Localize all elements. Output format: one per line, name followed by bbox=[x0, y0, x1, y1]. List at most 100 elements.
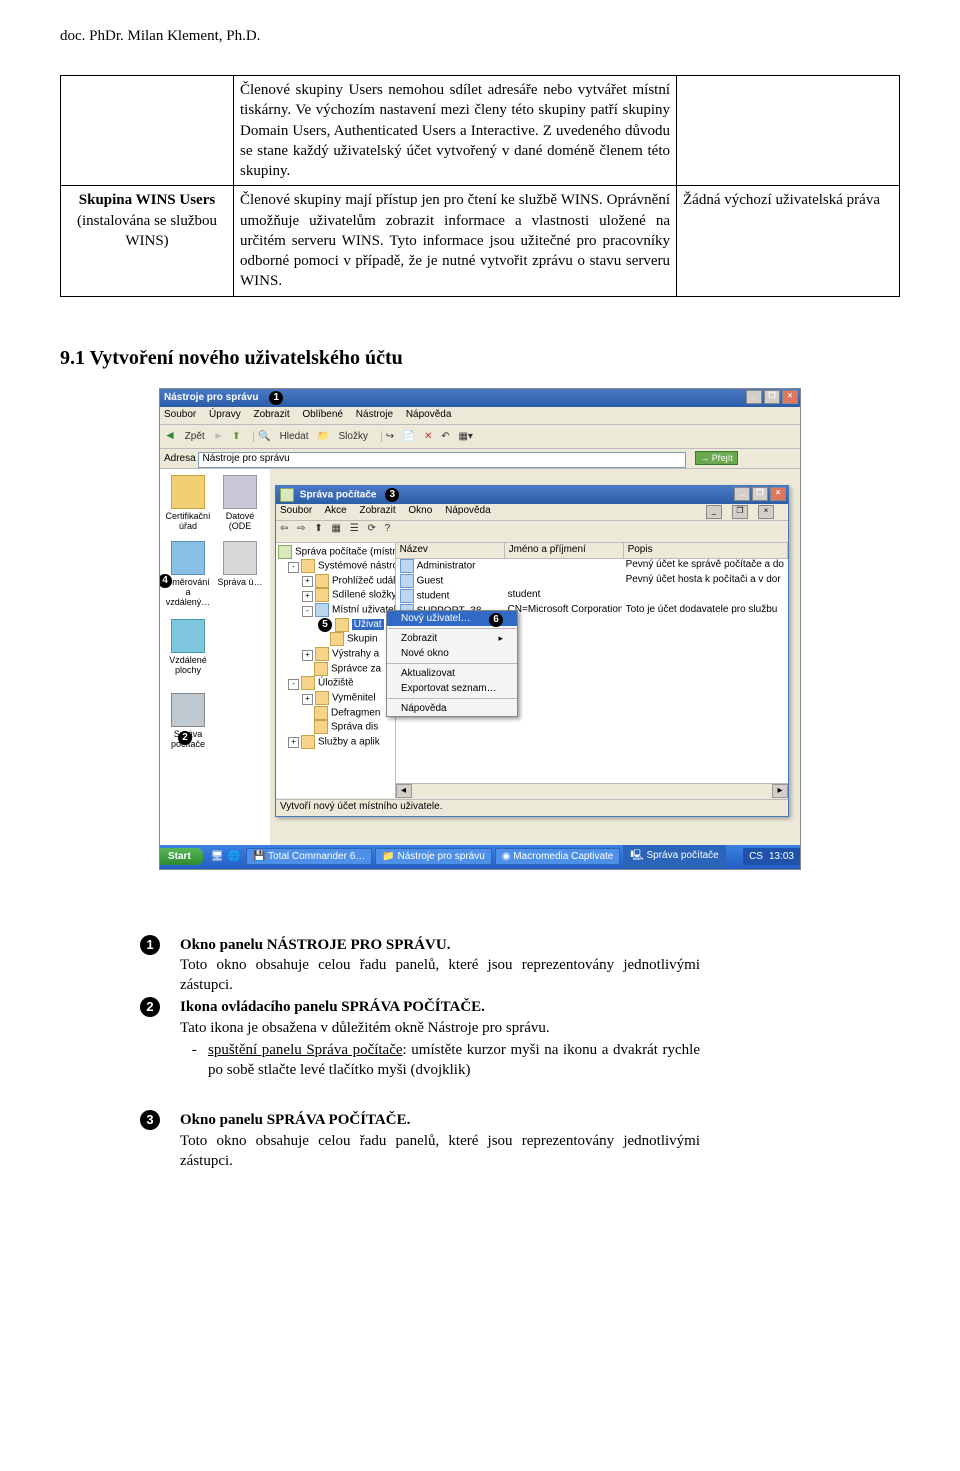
collapse-icon[interactable]: - bbox=[302, 606, 313, 617]
mmc-prop-icon[interactable]: ☰ bbox=[350, 523, 359, 534]
minimize-icon[interactable]: _ bbox=[746, 390, 762, 404]
tree-services[interactable]: Služby a aplik bbox=[318, 736, 380, 747]
tree-diskmgmt[interactable]: Správa dis bbox=[331, 722, 378, 733]
task-admintools[interactable]: 📁 Nástroje pro správu bbox=[375, 848, 492, 865]
views-icon[interactable]: ▦▾ bbox=[458, 431, 472, 442]
folders-button[interactable]: Složky bbox=[338, 431, 367, 442]
mmc-menu-view[interactable]: Zobrazit bbox=[360, 505, 396, 516]
search-button[interactable]: Hledat bbox=[280, 431, 309, 442]
maximize-icon[interactable]: ❐ bbox=[764, 390, 780, 404]
close-icon[interactable]: × bbox=[782, 390, 798, 404]
icon-sprava[interactable]: Správa ú… bbox=[216, 541, 264, 587]
mmc-help-icon[interactable]: ? bbox=[385, 523, 391, 534]
horizontal-scrollbar[interactable]: ◂ ▸ bbox=[396, 783, 788, 798]
expand-icon[interactable]: + bbox=[302, 694, 313, 705]
undo-icon[interactable]: ↶ bbox=[441, 431, 449, 442]
list-row[interactable]: Guest Pevný účet hosta k počítači a v do… bbox=[396, 574, 788, 589]
up-icon[interactable]: ⬆ bbox=[232, 431, 240, 442]
expand-icon[interactable]: + bbox=[288, 737, 299, 748]
icon-remote-desktop[interactable]: Vzdálené plochy bbox=[164, 619, 212, 675]
menu-tools[interactable]: Nástroje bbox=[356, 409, 393, 420]
menu-help[interactable]: Nápověda bbox=[406, 409, 452, 420]
mmc-details-icon[interactable]: ▦ bbox=[332, 523, 341, 534]
tree-removable[interactable]: Vyměnitel bbox=[332, 693, 376, 704]
mmc-menu-action[interactable]: Akce bbox=[324, 505, 346, 516]
list-row[interactable]: Administrator Pevný účet ke správě počít… bbox=[396, 559, 788, 574]
back-icon[interactable]: ◄ bbox=[164, 428, 176, 442]
copy-icon[interactable]: 📄 bbox=[403, 431, 415, 442]
icon-cert-authority[interactable]: Certifikační úřad bbox=[164, 475, 212, 531]
mmc-up-icon[interactable]: ⬆ bbox=[314, 523, 322, 534]
tree-users-selected[interactable]: Uživat bbox=[352, 619, 384, 630]
mmc-maximize-icon[interactable]: ❐ bbox=[752, 487, 768, 501]
col-name[interactable]: Název bbox=[396, 543, 505, 558]
tree-devmgr[interactable]: Správce za bbox=[331, 663, 381, 674]
system-tray[interactable]: CS13:03 bbox=[743, 848, 800, 865]
tree-shared[interactable]: Sdílené složky bbox=[332, 590, 396, 601]
expand-icon[interactable]: - bbox=[288, 562, 299, 573]
task-totalcmd[interactable]: 💾 Total Commander 6… bbox=[246, 848, 372, 865]
quick-launch-icon[interactable]: 🖥 bbox=[211, 851, 224, 862]
address-input[interactable]: Nástroje pro správu bbox=[198, 452, 686, 468]
delete-icon[interactable]: ✕ bbox=[424, 431, 432, 442]
menu-view[interactable]: Zobrazit bbox=[254, 409, 290, 420]
task-compmgmt[interactable]: 🖳 Správa počítače bbox=[623, 845, 725, 868]
back-button[interactable]: Zpět bbox=[185, 431, 205, 442]
list-row[interactable]: student student bbox=[396, 589, 788, 604]
search-icon[interactable]: 🔍 bbox=[258, 431, 270, 442]
mmc-menu-help[interactable]: Nápověda bbox=[445, 505, 491, 516]
quick-launch-icon[interactable]: 🌐 bbox=[228, 851, 240, 862]
tree-eventviewer[interactable]: Prohlížeč událostí bbox=[332, 575, 396, 586]
folders-icon[interactable]: 📁 bbox=[317, 431, 329, 442]
tree-groups[interactable]: Skupin bbox=[347, 634, 378, 645]
mmc-child-close-icon[interactable]: × bbox=[758, 505, 774, 519]
menu-edit[interactable]: Úpravy bbox=[209, 409, 241, 420]
mmc-minimize-icon[interactable]: _ bbox=[734, 487, 750, 501]
tree-defrag[interactable]: Defragmen bbox=[331, 707, 380, 718]
mmc-toolbar: ⇦ ⇨ ⬆ ▦ ☰ ⟳ ? bbox=[276, 521, 788, 543]
mmc-tree[interactable]: Správa počítače (místní) - Systémové nást… bbox=[276, 543, 396, 798]
taskbar[interactable]: Start 🖥 🌐 💾 Total Commander 6… 📁 Nástroj… bbox=[160, 845, 800, 869]
ctx-new-window[interactable]: Nové okno bbox=[387, 646, 517, 661]
tree-alerts[interactable]: Výstrahy a bbox=[332, 649, 379, 660]
tree-root[interactable]: Správa počítače (místní) bbox=[295, 546, 396, 557]
ctx-new-user[interactable]: Nový uživatel… 6 bbox=[387, 611, 517, 626]
row-fullname: student bbox=[504, 589, 622, 604]
ctx-help[interactable]: Nápověda bbox=[387, 701, 517, 716]
icon-routing[interactable]: Směrování a vzdálený… bbox=[164, 541, 212, 607]
mmc-fwd-icon[interactable]: ⇨ bbox=[297, 523, 305, 534]
explorer-menubar[interactable]: Soubor Úpravy Zobrazit Oblíbené Nástroje… bbox=[160, 407, 800, 425]
mmc-menubar[interactable]: Soubor Akce Zobrazit Okno Nápověda × ❐ _ bbox=[276, 504, 788, 521]
tree-systools[interactable]: Systémové nástroje bbox=[318, 561, 396, 572]
expand-icon[interactable]: + bbox=[302, 591, 313, 602]
icon-data-sources[interactable]: Datové (ODE bbox=[216, 475, 264, 531]
menu-favorites[interactable]: Oblíbené bbox=[302, 409, 343, 420]
mmc-menu-window[interactable]: Okno bbox=[408, 505, 432, 516]
legend-2-title: Ikona ovládacího panelu SPRÁVA POČÍTAČE. bbox=[180, 999, 485, 1015]
scroll-left-icon[interactable]: ◂ bbox=[396, 784, 412, 798]
mmc-child-min-icon[interactable]: _ bbox=[706, 505, 722, 519]
mmc-close-icon[interactable]: × bbox=[770, 487, 786, 501]
scroll-right-icon[interactable]: ▸ bbox=[772, 784, 788, 798]
go-button[interactable]: → Přejít bbox=[695, 451, 738, 465]
ctx-view[interactable]: Zobrazit bbox=[387, 631, 517, 646]
context-menu[interactable]: Nový uživatel… 6 Zobrazit Nové okno Aktu… bbox=[386, 610, 518, 717]
forward-icon[interactable]: ► bbox=[213, 431, 223, 442]
move-icon[interactable]: ↪ bbox=[386, 431, 394, 442]
mmc-refresh-icon[interactable]: ⟳ bbox=[368, 523, 376, 534]
mmc-child-max-icon[interactable]: ❐ bbox=[732, 505, 748, 519]
col-desc[interactable]: Popis bbox=[624, 543, 788, 558]
mmc-back-icon[interactable]: ⇦ bbox=[280, 523, 288, 534]
start-button[interactable]: Start bbox=[160, 848, 203, 865]
tray-lang-icon[interactable]: CS bbox=[749, 851, 763, 862]
ctx-refresh[interactable]: Aktualizovat bbox=[387, 666, 517, 681]
mmc-menu-file[interactable]: Soubor bbox=[280, 505, 312, 516]
expand-icon[interactable]: + bbox=[302, 650, 313, 661]
tree-storage[interactable]: Úložiště bbox=[318, 678, 354, 689]
ctx-export[interactable]: Exportovat seznam… bbox=[387, 681, 517, 696]
task-captivate[interactable]: ◉ Macromedia Captivate bbox=[495, 848, 621, 865]
collapse-icon[interactable]: - bbox=[288, 679, 299, 690]
expand-icon[interactable]: + bbox=[302, 576, 313, 587]
menu-file[interactable]: Soubor bbox=[164, 409, 196, 420]
col-fullname[interactable]: Jméno a příjmení bbox=[505, 543, 624, 558]
